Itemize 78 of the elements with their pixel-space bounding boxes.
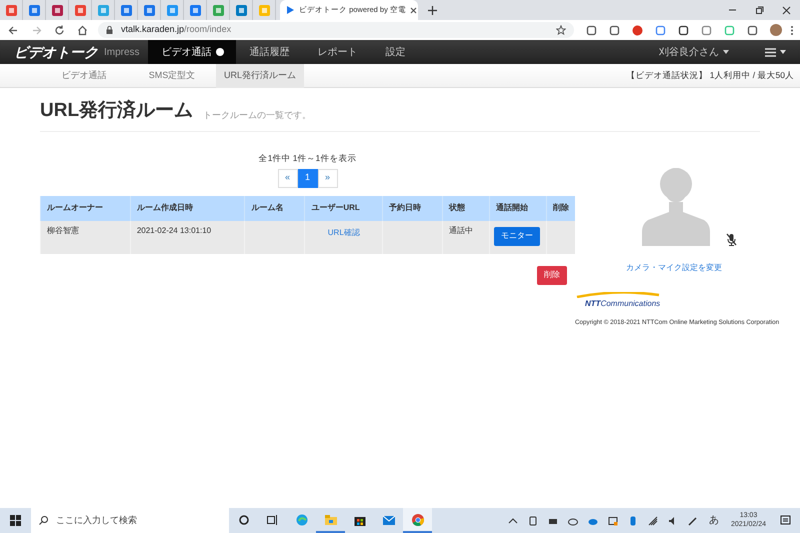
notification-icon[interactable] [780, 514, 792, 526]
table-cell: 柳谷智憲 [40, 220, 130, 254]
play-icon [286, 5, 295, 15]
address-bar[interactable]: vtalk.karaden.jp/room/index [98, 22, 574, 38]
muted-microphone-icon[interactable] [726, 232, 737, 246]
phone-icon[interactable] [528, 516, 538, 526]
nav-item[interactable]: ビデオ通話 [148, 40, 236, 64]
task-view-icon [267, 514, 278, 524]
logo-swoosh-icon [575, 292, 661, 298]
taskbar-search-field[interactable]: ここに入力して検索 [31, 508, 229, 533]
table-cell: 2021-02-24 13:01:10 [130, 220, 245, 254]
sub-brand: Impress [104, 46, 140, 60]
camera-settings-link[interactable]: カメラ・マイク設定を変更 [626, 262, 722, 274]
site-favicon-icon[interactable] [52, 4, 62, 16]
browser-app-icon [412, 514, 424, 526]
pagination-page[interactable]: 1 [298, 168, 318, 188]
bookmark-star-icon[interactable] [556, 25, 566, 35]
back-icon[interactable] [8, 24, 19, 36]
site-favicon-icon[interactable] [236, 4, 246, 16]
page-title: URL発行済ルーム [40, 100, 194, 123]
column-header: 通話開始 [489, 196, 546, 221]
delete-button[interactable]: 削除 [537, 266, 567, 285]
url-link[interactable]: URL確認 [328, 228, 360, 237]
url-text: vtalk.karaden.jp/room/index [121, 23, 232, 36]
column-header: 予約日時 [382, 196, 443, 221]
site-favicon-icon[interactable] [28, 4, 40, 16]
ime-indicator[interactable]: あ [708, 513, 719, 528]
pagination-summary: 全1件中 1件～1件を表示 [258, 152, 356, 165]
extension-icon[interactable] [609, 24, 620, 36]
circle-icon [238, 514, 248, 524]
caret-icon [780, 50, 786, 54]
mail-icon [382, 514, 394, 526]
column-header: ルームオーナー [40, 196, 130, 221]
folder-icon [324, 514, 336, 526]
nav-item[interactable]: 設定 [372, 40, 420, 64]
column-header: ルーム作成日時 [130, 196, 245, 221]
screen-icon[interactable] [608, 516, 618, 526]
brand-logo[interactable]: ビデオトーク [14, 42, 98, 62]
column-header: ユーザーURL [304, 196, 383, 221]
extension-icon[interactable] [747, 24, 758, 36]
table-cell: 通話中 [442, 220, 490, 254]
usage-status-text: 【ビデオ通話状況】 1人利用中 / 最大50人 [626, 69, 794, 82]
company-logo: NTTCommunications [585, 298, 660, 310]
user-menu[interactable]: 刈谷良介さん [645, 40, 743, 64]
reload-icon[interactable] [54, 24, 65, 36]
nav-item[interactable]: 通話履歴 [236, 40, 304, 64]
page-subtitle: トークルームの一覧です。 [203, 109, 312, 122]
profile-avatar-icon[interactable] [770, 24, 782, 36]
sub-nav-tab[interactable]: URL発行済ルーム [216, 64, 304, 88]
new-tab-icon[interactable] [428, 6, 437, 14]
column-header: 削除 [546, 196, 575, 221]
site-favicon-icon[interactable] [74, 4, 86, 16]
close-icon[interactable] [781, 4, 792, 16]
home-icon[interactable] [77, 24, 88, 36]
column-header: 状態 [442, 196, 490, 221]
monitor-button[interactable]: モニター [494, 226, 540, 246]
nav-item[interactable]: レポート [304, 40, 372, 64]
restore-icon[interactable] [754, 4, 765, 16]
lock-icon [106, 26, 113, 34]
site-favicon-icon[interactable] [190, 4, 200, 16]
site-favicon-icon[interactable] [144, 4, 154, 16]
more-menu-icon[interactable] [790, 24, 794, 36]
menu-icon [765, 48, 776, 56]
extension-icon[interactable] [678, 24, 689, 36]
extension-icon[interactable] [586, 24, 597, 36]
caret-icon [723, 50, 729, 54]
windows-start-icon[interactable] [10, 515, 21, 526]
site-favicon-icon[interactable] [6, 4, 16, 16]
pagination-next[interactable]: » [318, 168, 338, 188]
column-header: ルーム名 [244, 196, 305, 221]
pagination-prev[interactable]: « [278, 168, 298, 188]
site-favicon-icon[interactable] [120, 4, 132, 16]
sub-nav-tab[interactable]: ビデオ通話 [40, 64, 128, 88]
close-icon[interactable] [410, 6, 417, 14]
sub-nav-tab[interactable]: SMS定型文 [128, 64, 216, 88]
search-icon [39, 516, 48, 525]
browser-app-icon [296, 514, 308, 526]
chevron-up-icon[interactable] [508, 516, 518, 526]
